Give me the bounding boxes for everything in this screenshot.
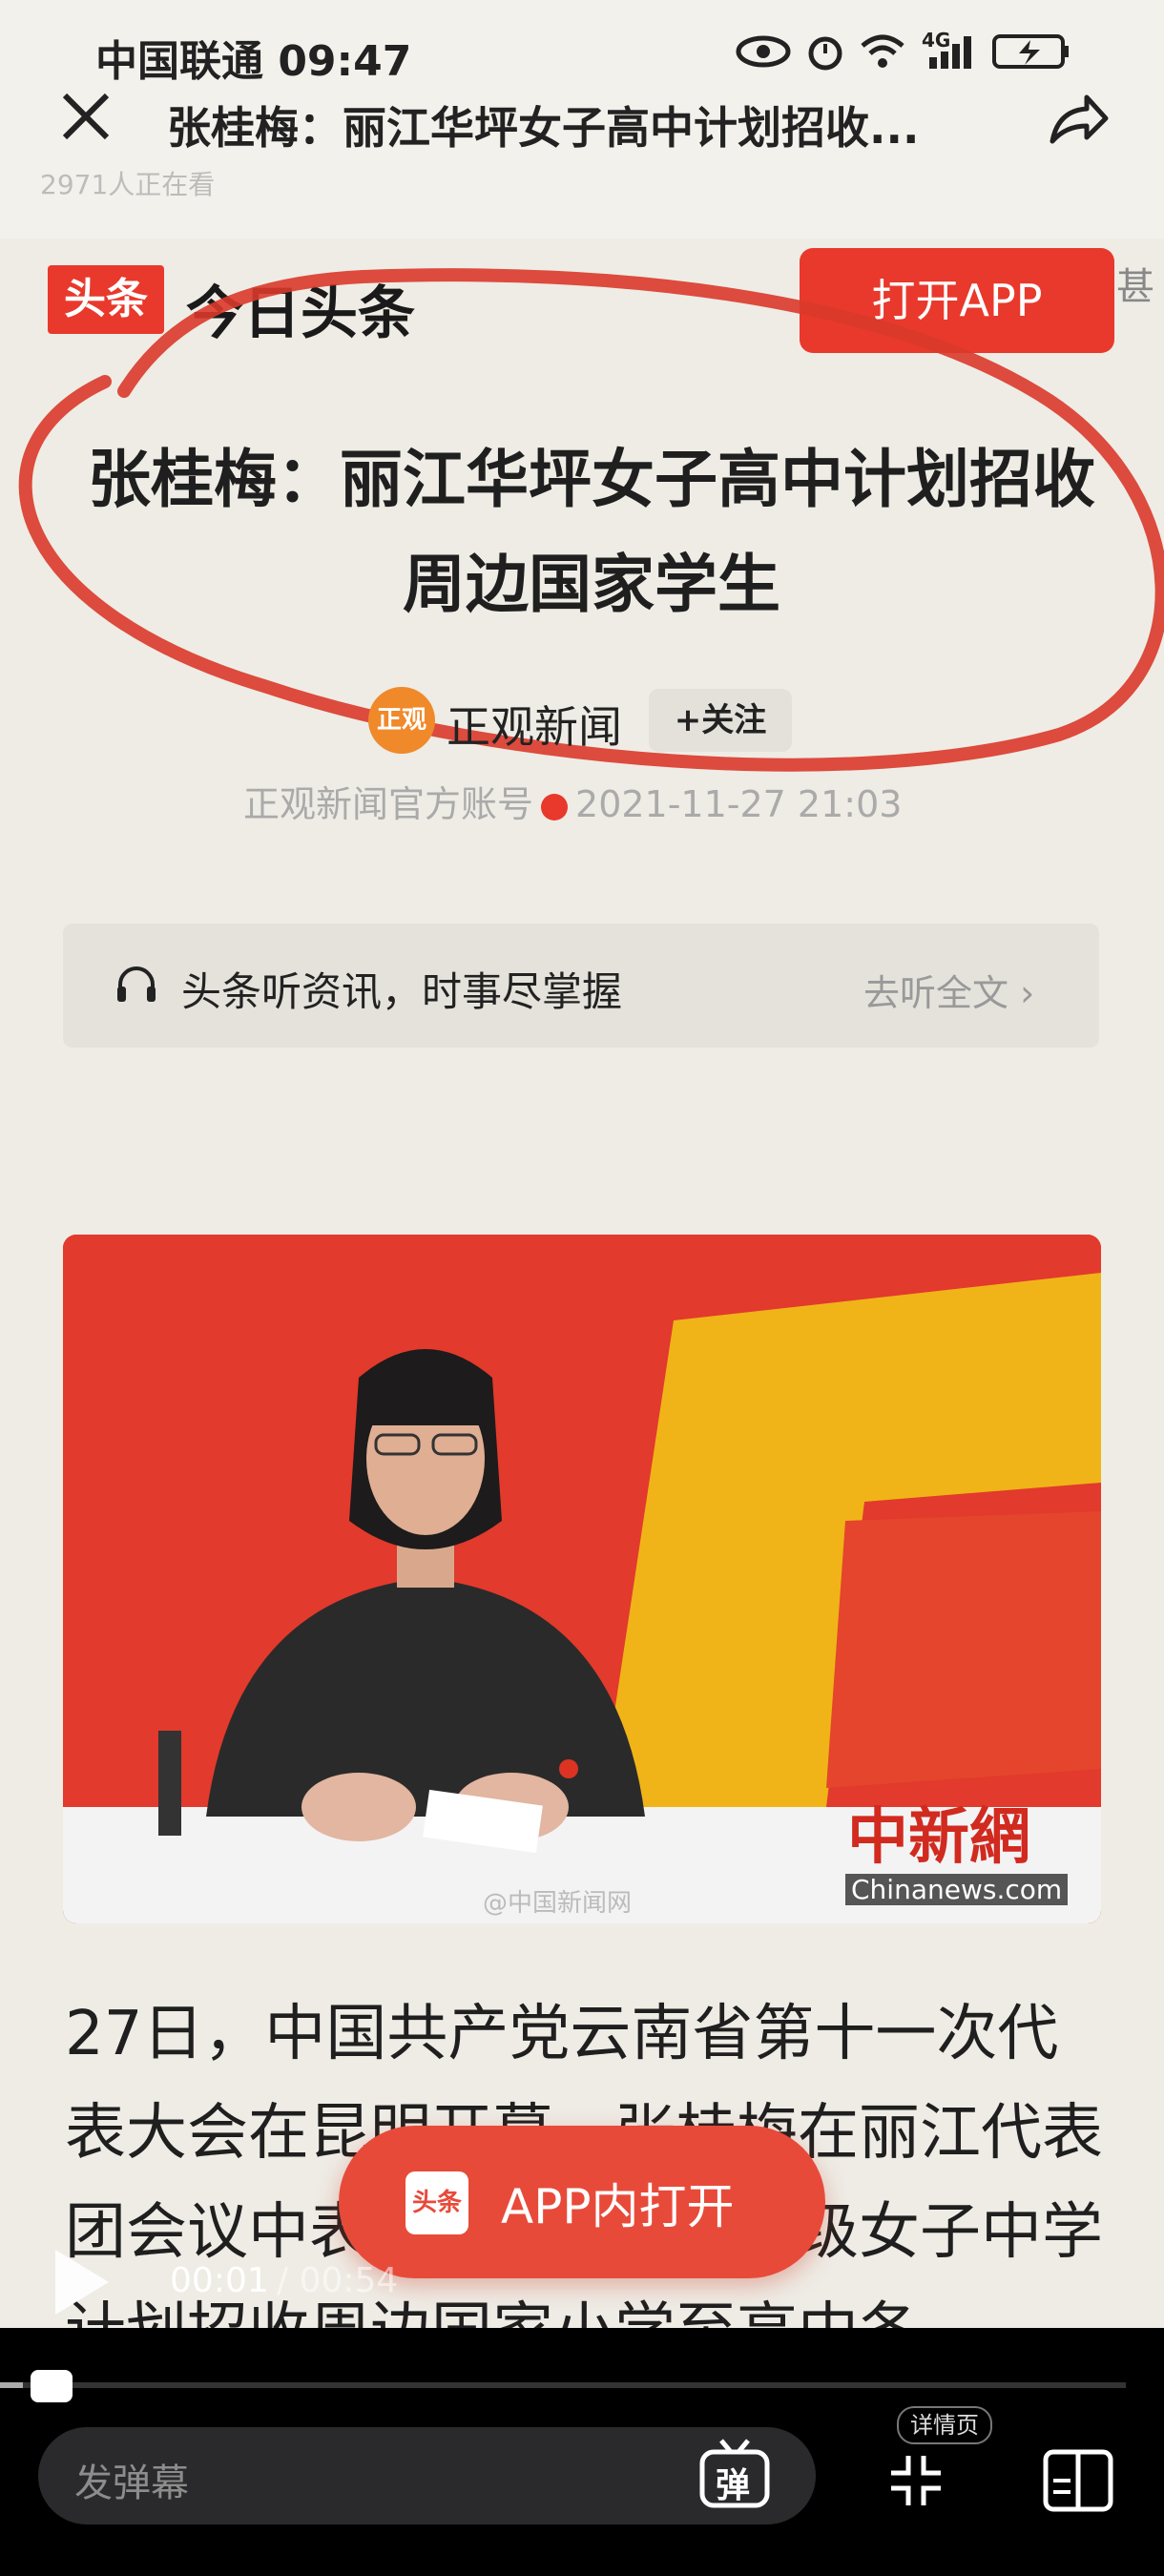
wifi-icon (861, 34, 904, 68)
play-icon[interactable] (48, 2244, 114, 2320)
author-avatar[interactable]: 正观 (368, 687, 435, 754)
edge-character: 甚 (1116, 265, 1154, 309)
alarm-icon (808, 36, 842, 71)
signal-icon (929, 36, 971, 69)
carrier-time: 中国联通 09:47 (95, 37, 412, 86)
account-label: 正观新闻官方账号 (243, 783, 534, 825)
watermark-chinanews-en: Chinanews.com (845, 1874, 1069, 1905)
follow-button[interactable]: +关注 (649, 689, 792, 752)
article-meta: 正观新闻官方账号 2021-11-27 21:03 (243, 775, 902, 827)
battery-icon (992, 34, 1069, 69)
video-progress-fill (0, 2382, 23, 2388)
listen-text: 头条听资讯，时事尽掌握 (181, 968, 623, 1015)
danmaku-send-icon[interactable]: 弹 (696, 2437, 773, 2513)
danmaku-toggle-icon[interactable] (31, 2370, 73, 2402)
article-photo: 中新網 Chinanews.com @中国新闻网 (63, 1235, 1101, 1923)
toutiao-logo: 头条 (48, 265, 164, 334)
video-current-time: 00:01 (170, 2261, 269, 2300)
danmaku-placeholder: 发弹幕 (74, 2462, 189, 2505)
detail-page-badge[interactable]: 详情页 (897, 2406, 992, 2444)
eye-icon (736, 35, 791, 68)
video-total-time: / 00:54 (277, 2261, 399, 2300)
danmaku-send-label: 弹 (716, 2466, 751, 2505)
share-icon[interactable] (1045, 86, 1112, 153)
minimize-icon[interactable] (887, 2452, 945, 2509)
toutiao-logo-small: 头条 (405, 2171, 468, 2234)
headphones-icon (117, 966, 156, 1002)
listen-full-link[interactable]: 去听全文 › (863, 964, 1034, 1016)
open-in-app-floating-button[interactable]: 头条 APP内打开 (339, 2126, 825, 2278)
open-in-app-label: APP内打开 (501, 2179, 735, 2234)
app-name: 今日头条 (186, 280, 415, 347)
layout-switch-icon[interactable] (1040, 2442, 1116, 2519)
video-progress-track[interactable] (0, 2382, 1126, 2388)
article-headline: 张桂梅：丽江华坪女子高中计划招收周边国家学生 (88, 443, 1095, 621)
timestamp: 2021-11-27 21:03 (575, 783, 903, 825)
viewer-count: 2971人正在看 (40, 169, 216, 200)
open-app-button[interactable]: 打开APP (800, 248, 1114, 353)
author-name[interactable]: 正观新闻 (447, 693, 622, 756)
page-title: 张桂梅：丽江华坪女子高中计划招收... (167, 102, 920, 154)
watermark-weibo: @中国新闻网 (483, 1889, 633, 1918)
close-icon[interactable] (57, 88, 114, 145)
verified-icon (541, 793, 569, 821)
watermark-chinanews: 中新網 (847, 1801, 1030, 1873)
